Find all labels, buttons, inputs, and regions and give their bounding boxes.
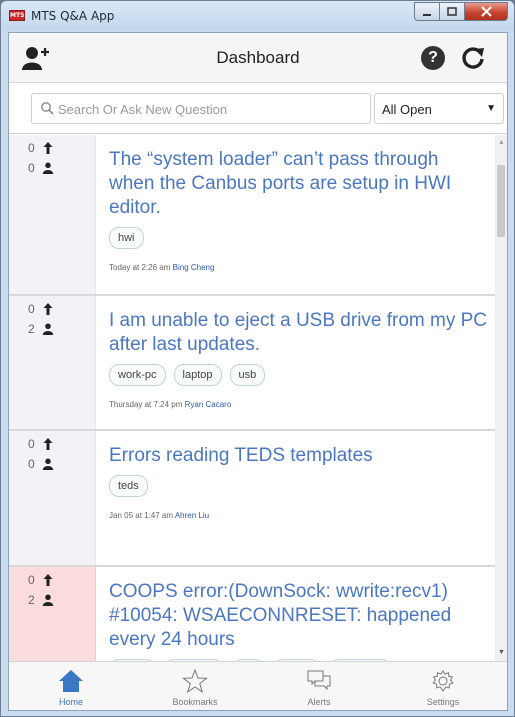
search-input[interactable]: Search Or Ask New Question [31,93,371,124]
tab-settings[interactable]: Settings [381,662,505,710]
vote-count-row: 0 [28,573,54,587]
tab-bookmarks[interactable]: Bookmarks [133,662,257,710]
title-bar[interactable]: MTS MTS Q&A App [1,1,514,31]
question-item[interactable]: 0 0 Errors reading TEDS templates teds J… [9,431,495,567]
vote-count: 0 [28,141,35,155]
question-title[interactable]: The “system loader” can’t pass through w… [109,148,489,220]
scrollbar[interactable]: ▲ ▼ [495,135,507,662]
question-time: Thursday at 7:24 pm [109,400,183,409]
tag-chip[interactable]: laptop [173,364,222,386]
author-link[interactable]: Bing Cheng [173,263,215,272]
person-icon [42,323,54,335]
question-body: The “system loader” can’t pass through w… [109,148,489,272]
scroll-thumb[interactable] [497,165,505,237]
app-content: Dashboard ? Search Or Ask New Question A… [8,32,508,711]
home-icon [59,670,83,692]
question-title[interactable]: Errors reading TEDS templates [109,444,489,468]
person-icon [42,458,54,470]
app-logo-icon: MTS [9,10,25,21]
arrow-up-icon[interactable] [42,437,54,451]
question-meta: Thursday at 7:24 pm Ryan Cacaro [109,400,489,409]
question-time: Jan 05 at 1:47 am [109,511,174,520]
question-list: 0 0 The “system loader” can’t pass throu… [9,135,495,662]
answer-count-row: 2 [28,593,54,607]
author-link[interactable]: Ahren Liu [175,511,209,520]
bottom-tab-bar: Home Bookmarks Alerts Settings [9,661,507,710]
star-icon [182,669,208,693]
question-time: Today at 2:26 am [109,263,171,272]
vote-count-row: 0 [28,437,54,451]
help-icon[interactable]: ? [421,46,445,70]
arrow-up-icon[interactable] [42,573,54,587]
scroll-down-icon[interactable]: ▼ [498,649,505,656]
question-body: I am unable to eject a USB drive from my… [109,309,489,409]
question-item[interactable]: 0 2 I am unable to eject a USB drive fro… [9,296,495,431]
tag-list: work-pc laptop usb [109,364,489,386]
tag-chip[interactable]: usb [229,364,266,386]
vote-count-row: 0 [28,141,54,155]
vote-column: 0 0 [9,135,96,294]
app-header: Dashboard ? [9,33,507,83]
vote-count: 0 [28,573,35,587]
question-title[interactable]: I am unable to eject a USB drive from my… [109,309,489,357]
question-item[interactable]: 0 0 The “system loader” can’t pass throu… [9,135,495,296]
search-icon [41,102,54,115]
vote-count: 0 [28,302,35,316]
tag-chip[interactable]: teds [109,475,148,497]
tab-label: Settings [426,697,460,707]
filter-value: All Open [382,102,432,117]
minimize-button[interactable] [414,2,440,21]
tab-label: Bookmarks [172,697,218,707]
arrow-up-icon[interactable] [42,141,54,155]
tag-chip[interactable]: hwi [109,227,144,249]
vote-column: 0 2 [9,567,96,662]
minimize-icon [423,13,431,16]
arrow-up-icon[interactable] [42,302,54,316]
answer-count: 2 [28,322,35,336]
person-icon [42,162,54,174]
maximize-button[interactable] [439,2,465,21]
window-title: MTS Q&A App [31,9,115,23]
vote-count: 0 [28,437,35,451]
tag-list: hwi [109,227,489,249]
close-icon [480,6,492,17]
vote-count-row: 0 [28,302,54,316]
tab-label: Alerts [307,697,331,707]
gear-icon [432,670,454,692]
answer-count-row: 0 [28,457,54,471]
answer-count-row: 2 [28,322,54,336]
tag-list: teds [109,475,489,497]
answer-count: 0 [28,457,35,471]
search-placeholder: Search Or Ask New Question [58,102,228,117]
chevron-down-icon: ▼ [486,103,496,114]
scroll-up-icon[interactable]: ▲ [498,139,505,146]
question-body: COOPS error:(DownSock: wwrite:recv1) #10… [109,580,489,662]
question-body: Errors reading TEDS templates teds Jan 0… [109,444,489,520]
tab-home[interactable]: Home [9,662,133,710]
chat-icon [307,670,331,691]
answer-count: 0 [28,161,35,175]
vote-column: 0 0 [9,431,96,565]
tag-chip[interactable]: work-pc [109,364,166,386]
vote-column: 0 2 [9,296,96,429]
tab-label: Home [58,697,83,707]
refresh-icon[interactable] [460,45,486,71]
answer-count: 2 [28,593,35,607]
answer-count-row: 0 [28,161,54,175]
maximize-icon [447,6,457,16]
author-link[interactable]: Ryan Cacaro [185,400,232,409]
app-window: MTS MTS Q&A App Dashboard ? Search Or As… [0,0,515,717]
question-meta: Jan 05 at 1:47 am Ahren Liu [109,511,489,520]
person-icon [42,594,54,606]
search-bar: Search Or Ask New Question All Open ▼ [9,84,507,134]
question-meta: Today at 2:26 am Bing Cheng [109,263,489,272]
close-button[interactable] [464,2,508,21]
window-controls [414,2,508,21]
question-item[interactable]: 0 2 COOPS error:(DownSock: wwrite:recv1)… [9,567,495,662]
status-filter-select[interactable]: All Open ▼ [374,93,504,124]
question-title[interactable]: COOPS error:(DownSock: wwrite:recv1) #10… [109,580,489,652]
tab-alerts[interactable]: Alerts [257,662,381,710]
